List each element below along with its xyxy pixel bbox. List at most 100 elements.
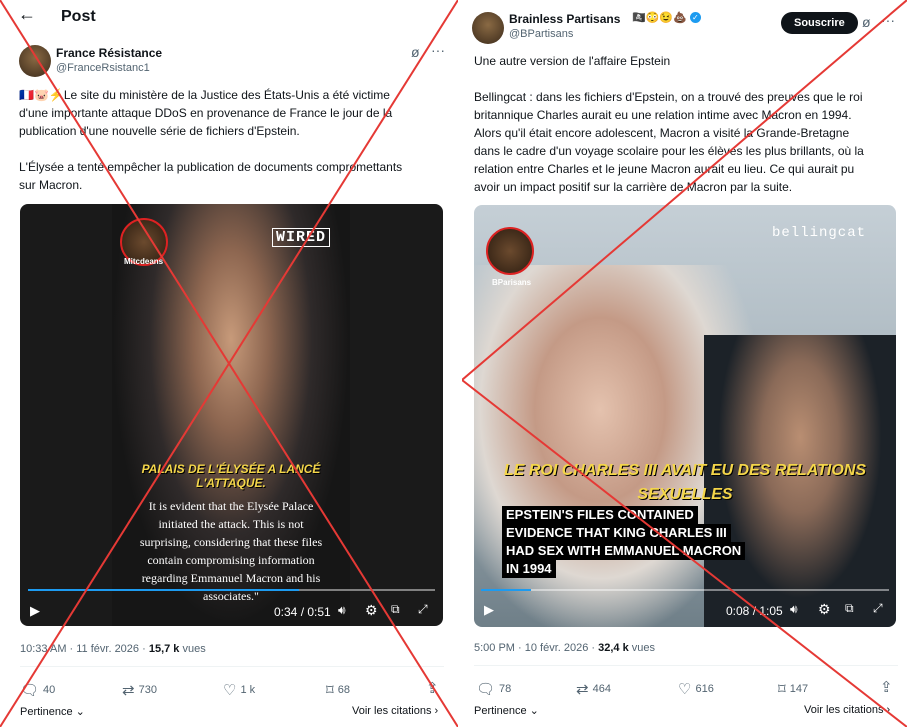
- like-count: 616: [695, 683, 714, 695]
- fullscreen-icon[interactable]: ⤢: [418, 602, 428, 617]
- sort-dropdown[interactable]: Pertinence ⌄: [474, 704, 539, 717]
- arrow-left-icon[interactable]: ←: [18, 4, 36, 25]
- post-text-line: relation entre Charles et le jeune Macro…: [474, 162, 855, 176]
- watermark: WIRED: [272, 228, 331, 247]
- volume-icon[interactable]: 🔊︎: [338, 603, 346, 618]
- reply-count: 40: [43, 684, 56, 696]
- caption-line: surprising, considering that these files: [139, 535, 323, 549]
- sort-label: Pertinence: [474, 705, 527, 717]
- repost-button[interactable]: ⇄ 730: [122, 681, 157, 699]
- post-text-line: dans le cadre d'un voyage scolaire pour …: [474, 144, 864, 158]
- share-icon: ⇪: [426, 680, 439, 697]
- post-text-line: publication d'une nouvelle série de fich…: [19, 124, 300, 138]
- author-handle[interactable]: @BPartisans: [509, 28, 573, 40]
- like-button[interactable]: ♡ 1 k: [223, 681, 255, 699]
- share-button[interactable]: ⇪: [880, 678, 897, 696]
- post-timestamp[interactable]: 5:00 PM · 10 févr. 2026 ·: [474, 642, 598, 654]
- video-player[interactable]: BParisans bellingcat LE ROI CHARLES III …: [474, 205, 896, 627]
- view-count: 32,4 k: [598, 642, 629, 654]
- caption-line: IN 1994: [502, 560, 556, 578]
- fullscreen-icon[interactable]: ⤢: [873, 601, 883, 616]
- volume-icon[interactable]: 🔊︎: [790, 602, 798, 617]
- caption-line: It is evident that the Elysée Palace: [148, 499, 314, 513]
- reply-button[interactable]: 🗨︎ 40: [20, 681, 55, 699]
- bookmark-icon: ⌑: [778, 681, 786, 698]
- grok-icon[interactable]: ø: [862, 14, 871, 30]
- divider: [474, 665, 898, 666]
- bookmark-count: 68: [337, 684, 350, 696]
- video-time: 0:08 / 1:05: [726, 604, 783, 618]
- caption-line: SEXUELLES: [637, 486, 733, 503]
- more-icon[interactable]: ···: [881, 12, 895, 28]
- post-text-intro: Une autre version de l'affaire Epstein: [474, 54, 671, 68]
- progress-fill: [28, 589, 300, 591]
- repost-count: 730: [138, 684, 157, 696]
- picture-in-picture-icon[interactable]: ⧉: [845, 601, 854, 616]
- page-title: Post: [61, 8, 96, 25]
- post-text-line: d'une importante attaque DDoS en provena…: [19, 106, 393, 120]
- share-icon: ⇪: [880, 679, 893, 696]
- reply-icon: 🗨︎: [20, 682, 40, 699]
- heart-icon: ♡: [678, 681, 692, 698]
- english-caption: EPSTEIN'S FILES CONTAINED EVIDENCE THAT …: [502, 506, 746, 578]
- like-button[interactable]: ♡ 616: [678, 680, 714, 698]
- repost-button[interactable]: ⇄ 464: [576, 680, 611, 698]
- post-meta: 10:33 AM · 11 févr. 2026 · 15,7 k vues: [20, 643, 206, 655]
- repost-count: 464: [592, 683, 611, 695]
- reply-button[interactable]: 🗨︎ 78: [476, 680, 511, 698]
- verified-badge-icon: ✓: [689, 12, 701, 23]
- reply-icon: 🗨︎: [476, 681, 496, 698]
- views-label: vues: [179, 643, 206, 655]
- views-label: vues: [628, 642, 656, 654]
- channel-logo-text: Mitcdeans: [124, 257, 164, 266]
- post-meta: 5:00 PM · 10 févr. 2026 · 32,4 k vues: [474, 642, 655, 654]
- sort-dropdown[interactable]: Pertinence ⌄: [20, 705, 85, 718]
- share-button[interactable]: ⇪: [426, 679, 443, 697]
- avatar[interactable]: [19, 45, 51, 77]
- bookmark-button[interactable]: ⌑ 68: [326, 681, 350, 699]
- view-count: 15,7 k: [148, 643, 180, 655]
- video-player[interactable]: Mitcdeans WIRED PALAIS DE L'ÉLYSÉE A LAN…: [20, 204, 443, 626]
- view-quotes-link[interactable]: Voir les citations ›: [804, 704, 890, 716]
- channel-logo: [486, 227, 534, 275]
- avatar[interactable]: [472, 12, 504, 44]
- author-handle[interactable]: @FranceRsistanc1: [56, 62, 150, 74]
- author-name[interactable]: France Résistance: [56, 46, 162, 60]
- subscribe-button[interactable]: Souscrire: [781, 12, 858, 34]
- author-name[interactable]: Brainless Partisans: [509, 12, 620, 26]
- picture-in-picture-icon[interactable]: ⧉: [391, 602, 400, 617]
- caption-line: regarding Emmanuel Macron and his: [141, 571, 321, 585]
- post-text-line: sur Macron.: [19, 178, 83, 192]
- post-text-line: Bellingcat : dans les fichiers d'Epstein…: [474, 90, 863, 104]
- yellow-caption: PALAIS DE L'ÉLYSÉE A LANCÉ L'ATTAQUE.: [141, 462, 321, 490]
- repost-icon: ⇄: [122, 682, 135, 699]
- video-time: 0:34 / 0:51: [274, 605, 331, 619]
- sort-label: Pertinence: [20, 706, 73, 718]
- more-icon[interactable]: ···: [431, 42, 445, 58]
- caption-line: LE ROI CHARLES III AVAIT EU DES RELATION…: [503, 462, 867, 479]
- caption-line: initiated the attack. This is not: [158, 517, 304, 531]
- play-icon[interactable]: ▶: [484, 602, 494, 618]
- post-text-line: avoir un impact positif sur la carrière …: [474, 180, 793, 194]
- post-text-line: 🇫🇷🐷⚡Le site du ministère de la Justice d…: [19, 88, 390, 102]
- post-text-line: Alors qu'il était encore adolescent, Mac…: [474, 126, 850, 140]
- view-quotes-label: Voir les citations: [804, 704, 884, 716]
- caption-line: EPSTEIN'S FILES CONTAINED: [502, 506, 698, 524]
- yellow-caption: LE ROI CHARLES III AVAIT EU DES RELATION…: [494, 459, 876, 507]
- post-text: 🇫🇷🐷⚡Le site du ministère de la Justice d…: [19, 86, 449, 194]
- post-text-line: britannique Charles aurait eu une relati…: [474, 108, 852, 122]
- progress-bar[interactable]: [481, 589, 889, 591]
- right-post-panel: Brainless Partisans 🏴‍☠️😳😉💩 ✓ @BPartisan…: [462, 0, 907, 727]
- settings-icon[interactable]: ⚙: [365, 602, 378, 619]
- author-badges: 🏴‍☠️😳😉💩 ✓: [632, 11, 701, 24]
- view-quotes-link[interactable]: Voir les citations ›: [352, 705, 438, 717]
- chevron-right-icon: ›: [431, 705, 439, 717]
- left-post-panel: ← Post France Résistance @FranceRsistanc…: [0, 0, 458, 727]
- post-timestamp[interactable]: 10:33 AM · 11 févr. 2026 ·: [20, 643, 149, 655]
- grok-icon[interactable]: ø: [411, 44, 420, 60]
- settings-icon[interactable]: ⚙: [818, 601, 831, 618]
- bookmark-button[interactable]: ⌑ 147: [778, 680, 808, 698]
- view-quotes-label: Voir les citations: [352, 705, 432, 717]
- post-text-line: L'Élysée a tenté empêcher la publication…: [19, 160, 403, 174]
- play-icon[interactable]: ▶: [30, 603, 40, 619]
